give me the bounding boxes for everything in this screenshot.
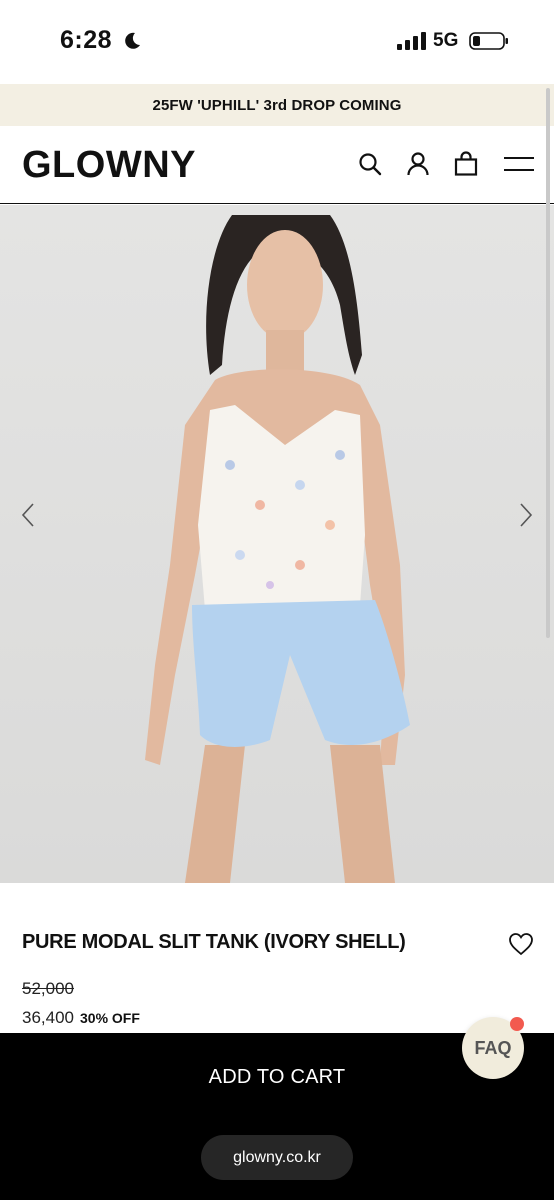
original-price: 52,000 [22, 979, 74, 998]
status-time: 6:28 [60, 26, 113, 54]
notification-dot [510, 1017, 524, 1031]
sale-price: 36,400 [22, 1008, 74, 1027]
product-title: PURE MODAL SLIT TANK (IVORY SHELL) [22, 931, 406, 953]
product-info: PURE MODAL SLIT TANK (IVORY SHELL) 52,00… [0, 883, 554, 1033]
announcement-text: 25FW 'UPHILL' 3rd DROP COMING [152, 96, 402, 114]
search-icon[interactable] [356, 150, 384, 178]
signal-icon [397, 32, 426, 50]
chevron-left-icon[interactable] [16, 500, 40, 530]
product-image-gallery[interactable] [0, 205, 554, 883]
announcement-bar[interactable]: 25FW 'UPHILL' 3rd DROP COMING [0, 84, 554, 126]
battery-icon [469, 32, 508, 50]
page-scrollbar[interactable] [546, 88, 550, 638]
account-icon[interactable] [404, 150, 432, 178]
sale-price-row: 36,400 30% OFF [22, 1008, 140, 1028]
product-photo [0, 205, 554, 883]
logo[interactable]: GLOWNY [22, 144, 196, 187]
site-header: GLOWNY [0, 126, 554, 204]
bag-icon[interactable] [452, 150, 480, 178]
site-url-pill[interactable]: glowny.co.kr [201, 1135, 353, 1180]
moon-icon [125, 32, 140, 49]
menu-icon[interactable] [503, 150, 535, 178]
heart-icon[interactable] [508, 931, 534, 957]
chevron-right-icon[interactable] [514, 500, 538, 530]
status-bar: 6:28 5G [0, 0, 554, 84]
faq-label: FAQ [474, 1037, 512, 1058]
discount-badge: 30% OFF [80, 1010, 140, 1026]
network-label: 5G [433, 30, 459, 51]
